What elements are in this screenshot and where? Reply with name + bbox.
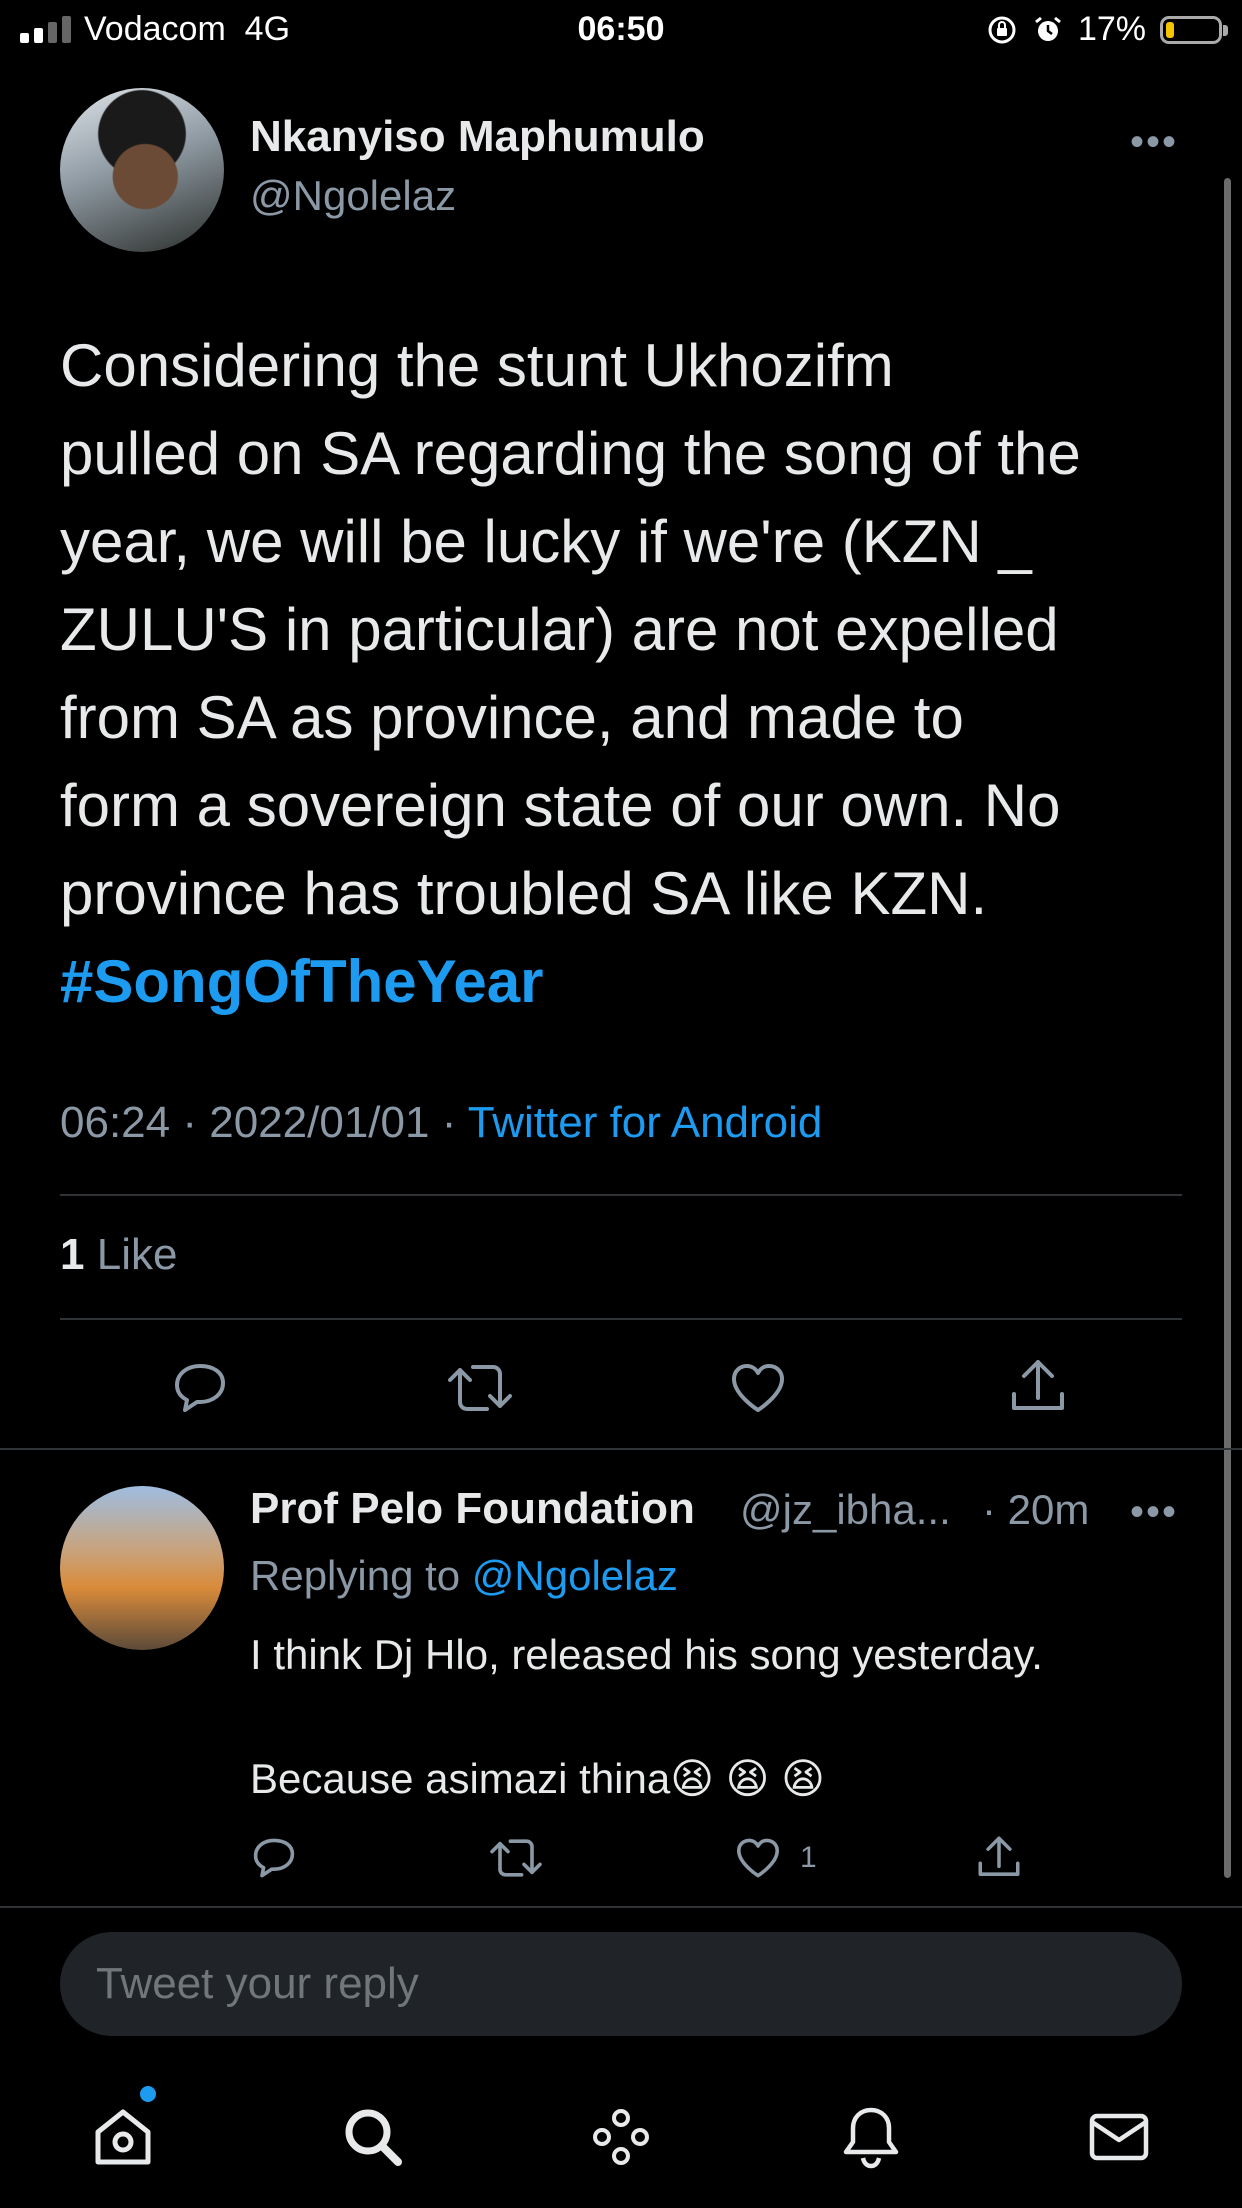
replying-to-link[interactable]: @Ngolelaz [472,1552,678,1599]
retweet-icon [490,1839,542,1877]
home-notification-dot [140,2086,156,2102]
tweet-meta: 06:24 · 2022/01/01 · Twitter for Android [60,1098,822,1148]
tweet-time: 06:24 [60,1098,171,1147]
reply-author-handle[interactable]: @jz_ibha... [740,1486,951,1534]
heart-icon [732,1364,784,1412]
reply-icon [175,1364,225,1412]
author-name[interactable]: Nkanyiso Maphumulo [250,112,705,162]
like-count: 1 [60,1230,85,1279]
tweet-date: 2022/01/01 [209,1098,430,1147]
divider [0,1448,1242,1450]
hashtag-link[interactable]: #SongOfTheYear [60,948,543,1015]
divider [60,1194,1182,1196]
scrollbar[interactable] [1224,178,1231,1878]
reply-more-options-icon[interactable]: ••• [1130,1490,1178,1535]
meta-separator: · [182,1098,197,1147]
more-options-icon[interactable]: ••• [1130,120,1178,165]
nav-home[interactable] [90,2104,156,2175]
like-button[interactable] [728,1358,788,1418]
reply-button[interactable] [170,1358,230,1418]
nav-notifications[interactable] [838,2104,904,2175]
nav-messages[interactable] [1086,2104,1152,2175]
divider [0,1906,1242,1908]
retweet-icon [448,1365,512,1411]
tweet-source-link[interactable]: Twitter for Android [468,1098,823,1147]
spaces-icon [593,2109,649,2165]
bell-icon [843,2107,899,2169]
share-icon [978,1836,1020,1876]
share-icon [1012,1360,1064,1410]
reply-retweet-button[interactable] [488,1834,544,1882]
mail-icon [1089,2113,1149,2161]
nav-spaces[interactable] [588,2104,654,2175]
reply-share-button[interactable] [974,1832,1024,1882]
nav-search[interactable] [340,2104,406,2175]
battery-icon [1160,15,1228,44]
heart-icon [737,1838,779,1878]
reply-text: I think Dj Hlo, released his song yester… [250,1631,1043,1802]
battery-percent: 17% [1077,10,1146,48]
like-label: Like [96,1230,178,1279]
tweet-text: Considering the stunt Ukhozifm pulled on… [60,322,1200,1026]
reply-input[interactable] [60,1932,1182,2036]
author-avatar[interactable] [60,88,224,252]
status-bar: Vodacom 4G 06:50 17% [0,0,1242,64]
alarm-icon [1035,16,1061,41]
replying-to: Replying to @Ngolelaz [250,1552,678,1600]
replying-prefix: Replying to [250,1552,461,1599]
reply-like-button[interactable]: 1 [734,1834,817,1882]
share-button[interactable] [1006,1354,1070,1418]
reply-timestamp: · 20m [982,1486,1090,1533]
reply-reply-button[interactable] [250,1834,298,1882]
reply-like-count: 1 [800,1841,817,1874]
reply-icon [253,1838,295,1878]
tweet-body: Considering the stunt Ukhozifm pulled on… [60,332,1081,927]
reply-author-avatar[interactable] [60,1486,224,1650]
divider [60,1318,1182,1320]
meta-separator: · [441,1098,457,1147]
retweet-button[interactable] [446,1358,514,1418]
likes-count[interactable]: 1 Like [60,1230,177,1280]
home-icon [95,2109,151,2165]
orientation-lock-icon [988,16,1016,43]
author-handle[interactable]: @Ngolelaz [250,172,456,220]
reply-author-name[interactable]: Prof Pelo Foundation [250,1484,695,1534]
search-icon [345,2109,402,2166]
status-right: 17% [986,10,1228,49]
